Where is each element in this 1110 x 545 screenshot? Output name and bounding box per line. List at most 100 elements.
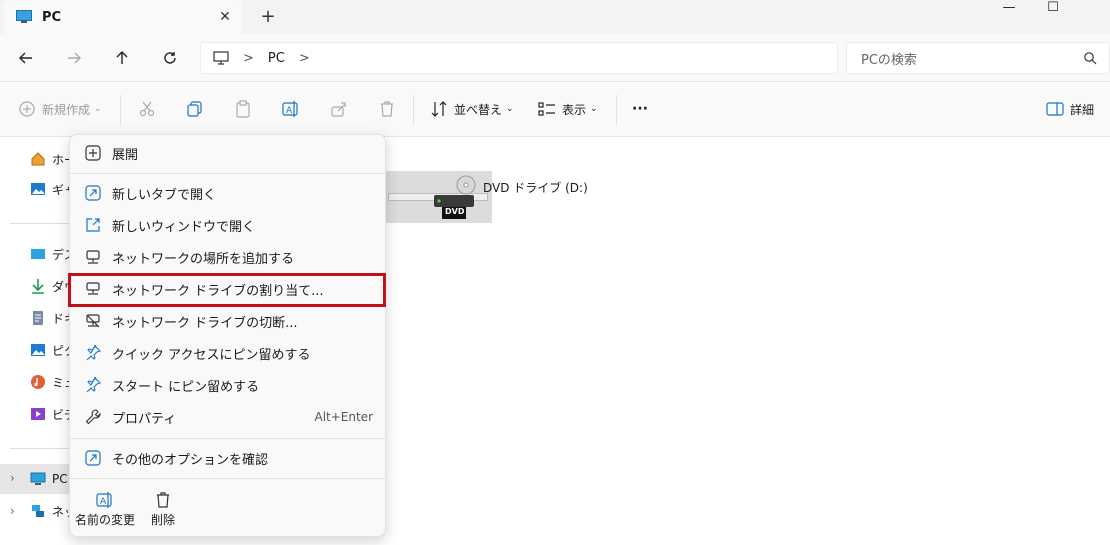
new-tab-button[interactable]: + bbox=[258, 8, 278, 28]
rename-icon: A bbox=[282, 101, 298, 117]
share-button[interactable] bbox=[330, 97, 348, 121]
menu-item-open-new-tab[interactable]: 新しいタブで開く bbox=[74, 178, 383, 208]
music-icon bbox=[31, 375, 45, 389]
menu-divider bbox=[70, 478, 385, 479]
menu-item-disconnect-network-drive[interactable]: ネットワーク ドライブの切断... bbox=[74, 306, 383, 336]
computer-icon bbox=[213, 51, 229, 65]
sidebar-item-network[interactable]: ネットワーク bbox=[30, 500, 70, 522]
address-row: > PC > PCの検索 bbox=[0, 34, 1110, 82]
menu-item-label: スタート にピン留めする bbox=[112, 379, 260, 395]
menu-item-pin-quick-access[interactable]: クイック アクセスにピン留めする bbox=[74, 338, 383, 368]
menu-divider bbox=[70, 438, 385, 439]
sidebar-item-label: ホーム bbox=[52, 152, 70, 167]
menu-item-pin-start[interactable]: スタート にピン留めする bbox=[74, 370, 383, 400]
minimize-button[interactable]: — bbox=[986, 0, 1032, 20]
expand-chevron-icon[interactable]: › bbox=[10, 471, 15, 485]
pin-start-icon bbox=[84, 376, 102, 394]
menu-divider bbox=[70, 173, 385, 174]
sort-icon bbox=[431, 101, 447, 117]
sidebar-item-desktop[interactable]: デスクトップ bbox=[30, 243, 70, 265]
network-icon bbox=[32, 505, 44, 517]
menu-item-open-new-window[interactable]: 新しいウィンドウで開く bbox=[74, 210, 383, 240]
address-chevron-trail[interactable]: > bbox=[299, 51, 310, 66]
paste-button[interactable] bbox=[234, 97, 252, 121]
delete-label: 削除 bbox=[150, 513, 175, 527]
sort-button[interactable]: 並べ替え ⌄ bbox=[430, 97, 514, 121]
navigation-pane: ホーム ギャラリー デスクトップ ダウンロード ドキュメント ピクチャ ミュージ… bbox=[0, 137, 70, 545]
scissors-icon bbox=[139, 101, 155, 117]
sidebar-divider bbox=[10, 448, 70, 449]
close-tab-icon[interactable]: ✕ bbox=[216, 8, 234, 26]
menu-item-label: 展開 bbox=[112, 147, 139, 163]
sidebar-item-documents[interactable]: ドキュメント bbox=[30, 307, 70, 329]
copy-button[interactable] bbox=[186, 97, 204, 121]
menu-item-properties[interactable]: プロパティ Alt+Enter bbox=[74, 402, 383, 432]
refresh-icon bbox=[164, 52, 176, 64]
more-options-button[interactable]: ··· bbox=[632, 97, 648, 121]
menu-item-add-network-location[interactable]: ネットワークの場所を追加する bbox=[74, 242, 383, 272]
pc-icon bbox=[30, 472, 46, 485]
search-input[interactable]: PCの検索 bbox=[846, 42, 1110, 74]
sidebar-item-pc[interactable]: PC bbox=[30, 468, 70, 490]
cut-button[interactable] bbox=[138, 97, 156, 121]
menu-item-label: ネットワーク ドライブの切断... bbox=[112, 315, 298, 331]
picture-icon bbox=[31, 344, 45, 356]
delete-button[interactable] bbox=[378, 97, 396, 121]
sidebar-item-label: ネットワーク bbox=[52, 504, 70, 519]
sidebar-item-music[interactable]: ミュージック bbox=[30, 371, 70, 393]
toolbar-divider bbox=[120, 95, 121, 125]
rename-label: 名前の変更 bbox=[74, 513, 135, 527]
maximize-button[interactable]: ☐ bbox=[1030, 0, 1076, 20]
sidebar-item-downloads[interactable]: ダウンロード bbox=[30, 275, 70, 297]
search-placeholder: PCの検索 bbox=[861, 52, 917, 68]
details-pane-icon bbox=[1046, 102, 1064, 116]
dvd-drive-label[interactable]: DVD ドライブ (D:) bbox=[483, 179, 588, 196]
chevron-down-icon: ⌄ bbox=[590, 104, 598, 114]
sidebar-item-home[interactable]: ホーム bbox=[30, 148, 70, 170]
back-button[interactable] bbox=[14, 46, 38, 70]
details-label: 詳細 bbox=[1070, 102, 1095, 117]
menu-item-label: プロパティ bbox=[112, 411, 177, 427]
view-button[interactable]: 表示 ⌄ bbox=[538, 97, 598, 121]
expand-chevron-icon[interactable]: › bbox=[10, 504, 15, 518]
new-label: 新規作成 bbox=[42, 102, 91, 117]
sidebar-item-gallery[interactable]: ギャラリー bbox=[30, 178, 70, 200]
menu-item-label: 新しいウィンドウで開く bbox=[112, 219, 256, 235]
menu-item-expand[interactable]: 展開 bbox=[74, 138, 383, 168]
sidebar-item-label: ピクチャ bbox=[52, 343, 70, 358]
open-new-window-icon bbox=[84, 216, 102, 234]
svg-text:A: A bbox=[286, 106, 293, 116]
pin-icon bbox=[84, 344, 102, 362]
address-chevron[interactable]: > bbox=[243, 51, 254, 66]
sidebar-item-label: ミュージック bbox=[52, 375, 70, 390]
sidebar-item-label: デスクトップ bbox=[52, 247, 70, 262]
new-button[interactable]: 新規作成 ⌄ bbox=[18, 97, 102, 121]
forward-button[interactable] bbox=[62, 46, 86, 70]
sort-label: 並べ替え bbox=[454, 102, 503, 117]
up-button[interactable] bbox=[110, 46, 134, 70]
sidebar-item-label: ギャラリー bbox=[52, 182, 70, 197]
sidebar-item-label: PC bbox=[52, 472, 68, 486]
tab-pc[interactable]: PC ✕ bbox=[4, 0, 242, 34]
rename-button[interactable]: A bbox=[282, 97, 300, 121]
search-icon bbox=[1084, 52, 1097, 65]
address-bar[interactable]: > PC > bbox=[200, 42, 838, 74]
chevron-down-icon: ⌄ bbox=[506, 104, 514, 114]
highlight-box bbox=[68, 273, 386, 307]
address-segment-pc[interactable]: PC bbox=[268, 51, 285, 66]
refresh-button[interactable] bbox=[158, 46, 182, 70]
sidebar-divider bbox=[10, 223, 70, 224]
arrow-up-icon bbox=[116, 51, 128, 64]
sidebar-item-label: ビデオ bbox=[52, 407, 70, 422]
details-button[interactable]: 詳細 bbox=[1046, 97, 1094, 121]
pc-icon bbox=[16, 10, 32, 23]
sidebar-item-pictures[interactable]: ピクチャ bbox=[30, 339, 70, 361]
add-network-location-icon bbox=[84, 248, 102, 266]
menu-item-more-options[interactable]: その他のオプションを確認 bbox=[74, 443, 383, 473]
chevron-down-icon: ⌄ bbox=[94, 104, 102, 114]
wrench-icon bbox=[84, 408, 102, 426]
delete-action[interactable]: 削除 bbox=[128, 487, 198, 531]
view-icon bbox=[538, 102, 555, 116]
sidebar-item-videos[interactable]: ビデオ bbox=[30, 403, 70, 425]
menu-item-label: 新しいタブで開く bbox=[112, 187, 217, 203]
